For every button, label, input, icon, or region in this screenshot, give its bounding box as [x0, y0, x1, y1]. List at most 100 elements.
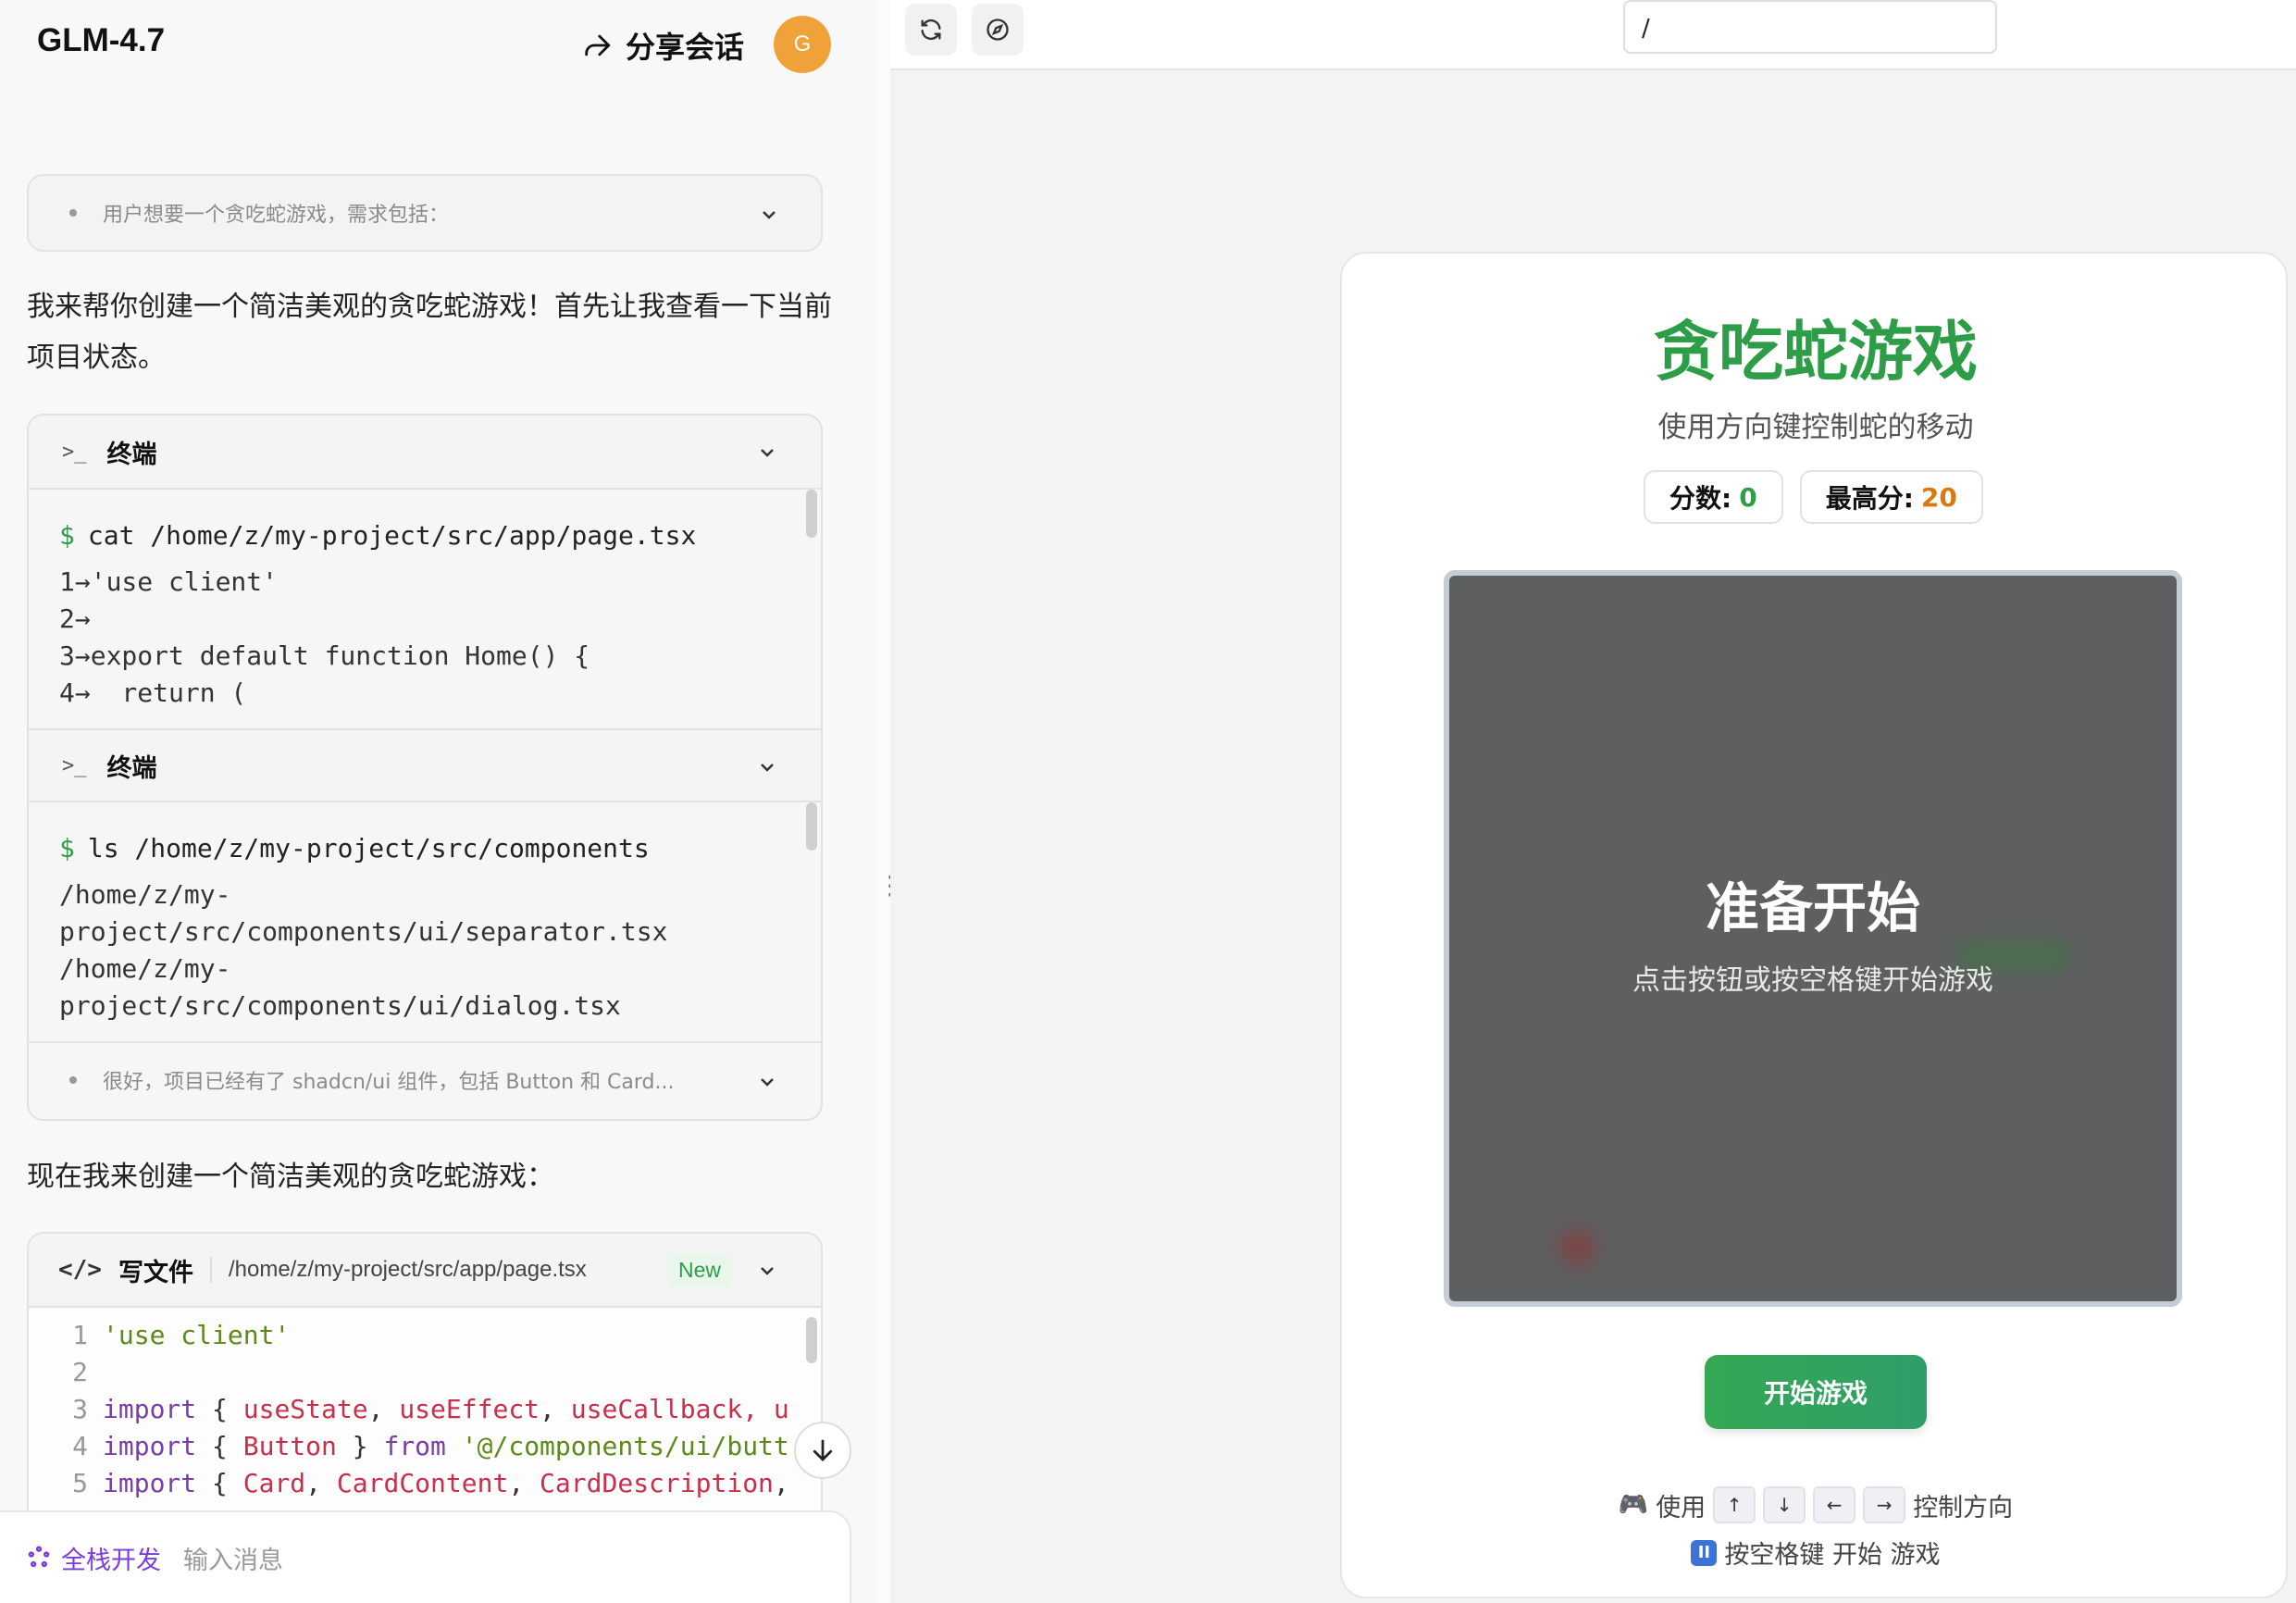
pause-icon: II [1691, 1539, 1718, 1566]
prompt-symbol: $ [59, 520, 75, 551]
url-input[interactable]: / [1623, 0, 1997, 54]
score-row: 分数: 0 最高分: 20 [1644, 470, 1983, 524]
game-card: 贪吃蛇游戏 使用方向键控制蛇的移动 分数: 0 最高分: 20 准备开始 点击按… [1340, 252, 2288, 1598]
share-label: 分享会话 [626, 30, 745, 65]
score-label: 分数: [1669, 483, 1732, 514]
chevron-down-icon [761, 764, 774, 772]
code-token: , [773, 1468, 789, 1498]
terminal-command: ls /home/z/my-project/src/components [87, 833, 650, 864]
line-number: 3 [72, 1394, 88, 1424]
game-board[interactable]: 准备开始 点击按钮或按空格键开始游戏 [1444, 570, 2182, 1307]
preview-toolbar: / [890, 0, 2296, 70]
terminal-output: $ ls /home/z/my-project/src/components /h… [29, 802, 821, 1041]
code-token: 'use client' [103, 1320, 291, 1350]
assistant-message: 现在我来创建一个简洁美观的贪吃蛇游戏： [27, 1161, 554, 1193]
code-token: Button [242, 1431, 337, 1461]
best-value: 20 [1920, 481, 1957, 513]
share-button[interactable]: 分享会话 [581, 24, 744, 67]
chat-header: GLM-4.7 分享会话 G [0, 0, 877, 88]
start-game-button[interactable]: 开始游戏 [1705, 1355, 1927, 1429]
code-token: , [508, 1468, 540, 1498]
code-token: { [196, 1468, 243, 1498]
mode-selector[interactable]: 全栈开发 [26, 1540, 161, 1576]
message-input[interactable]: 输入消息 [183, 1540, 283, 1576]
code-token: , u [742, 1394, 789, 1424]
thinking-text: 很好，项目已经有了 shadcn/ui 组件，包括 Button 和 Card.… [103, 1071, 675, 1094]
score-value: 0 [1739, 481, 1757, 513]
code-token: { [196, 1394, 243, 1424]
code-token: useEffect [399, 1394, 540, 1424]
message-input-bar[interactable]: 全栈开发 输入消息 [0, 1510, 851, 1603]
model-name: GLM-4.7 [37, 22, 166, 58]
scrollbar[interactable] [806, 1317, 817, 1363]
help-controls: 🎮 使用 ↑ ↓ ← → 控制方向 [1342, 1486, 2290, 1523]
terminal-output-line: 3→export default function Home() { [59, 640, 590, 671]
key-up: ↑ [1713, 1486, 1756, 1523]
code-token: CardContent [336, 1468, 509, 1498]
tool-group-card: >_ 终端 $ cat /home/z/my-project/src/app/pa… [27, 414, 823, 1121]
gamepad-icon: 🎮 [1618, 1491, 1649, 1519]
code-token: import [103, 1431, 197, 1461]
terminal-command: cat /home/z/my-project/src/app/page.tsx [87, 520, 697, 551]
best-score-badge: 最高分: 20 [1799, 470, 1983, 524]
scroll-down-button[interactable] [794, 1422, 851, 1479]
navigate-button[interactable] [972, 4, 1024, 56]
assistant-message: 我来帮你创建一个简洁美观的贪吃蛇游戏！首先让我查看一下当前项目状态。 [27, 291, 832, 374]
code-line: 2 [29, 1354, 821, 1391]
code-token: , [540, 1394, 571, 1424]
thinking-text: 用户想要一个贪吃蛇游戏，需求包括： [103, 204, 450, 227]
score-badge: 分数: 0 [1644, 470, 1783, 524]
arrow-down-icon [813, 1439, 833, 1461]
avatar[interactable]: G [774, 16, 831, 73]
best-label: 最高分: [1825, 483, 1914, 514]
code-line: 3 import { useState, useEffect, useCallba… [29, 1391, 821, 1428]
code-token: CardDescription [540, 1468, 774, 1498]
scrollbar[interactable] [806, 490, 817, 538]
chevron-down-icon [761, 1078, 774, 1087]
thinking-block[interactable]: 用户想要一个贪吃蛇游戏，需求包括： [27, 174, 823, 252]
terminal-header[interactable]: >_ 终端 [29, 416, 821, 490]
terminal-output-line: project/src/components/ui/dialog.tsx [59, 990, 621, 1021]
terminal-output: $ cat /home/z/my-project/src/app/page.tsx… [29, 490, 821, 728]
code-token: } [336, 1431, 384, 1461]
code-token: '@/components/ui/butt [445, 1431, 789, 1461]
preview-panel: / 贪吃蛇游戏 使用方向键控制蛇的移动 分数: 0 最高分: 20 准备开始 点… [890, 0, 2296, 1603]
bullet-dot [69, 209, 77, 217]
refresh-button[interactable] [905, 4, 957, 56]
code-token: from [383, 1431, 446, 1461]
terminal-output-line: 4→ return ( [59, 677, 247, 708]
refresh-icon [921, 19, 941, 41]
code-line: 5 import { Card, CardContent, CardDescrip… [29, 1465, 821, 1502]
help-control: 控制方向 [1913, 1493, 2014, 1522]
terminal-header[interactable]: >_ 终端 [29, 728, 821, 802]
file-path: /home/z/my-project/src/app/page.tsx [228, 1257, 587, 1282]
terminal-title: 终端 [106, 753, 157, 783]
code-token: import [103, 1468, 197, 1498]
scrollbar[interactable] [806, 802, 817, 851]
prompt-symbol: $ [59, 833, 75, 864]
code-token: useCallback [570, 1394, 743, 1424]
app-root: GLM-4.7 分享会话 G 用户想要一个贪吃蛇游戏，需求包括： 我来帮你创建一… [0, 0, 2296, 1603]
terminal-output-line: /home/z/my- [59, 879, 231, 910]
key-down: ↓ [1763, 1486, 1806, 1523]
help-space: II 按空格键 开始 游戏 [1342, 1535, 2290, 1571]
chat-panel: GLM-4.7 分享会话 G 用户想要一个贪吃蛇游戏，需求包括： 我来帮你创建一… [0, 0, 877, 1603]
divider [209, 1257, 212, 1283]
line-number: 1 [72, 1320, 88, 1350]
thinking-block[interactable]: 很好，项目已经有了 shadcn/ui 组件，包括 Button 和 Card.… [29, 1041, 821, 1117]
code-token: { [196, 1431, 243, 1461]
help-space-text: 按空格键 开始 游戏 [1724, 1541, 1941, 1570]
key-right: → [1863, 1486, 1906, 1523]
mode-label: 全栈开发 [61, 1546, 161, 1575]
overlay-subtitle: 点击按钮或按空格键开始游戏 [1632, 964, 1993, 997]
write-file-header[interactable]: </> 写文件 /home/z/my-project/src/app/page.… [29, 1234, 821, 1308]
write-file-title: 写文件 [118, 1258, 193, 1287]
chevron-down-icon [761, 1267, 774, 1275]
terminal-icon: >_ [62, 753, 87, 777]
code-token: , [367, 1394, 400, 1424]
terminal-output-line: 2→ [59, 603, 91, 634]
share-icon [585, 34, 611, 56]
code-line: 1 'use client' [29, 1317, 821, 1354]
spinner-icon [28, 1546, 50, 1568]
code-icon: </> [58, 1256, 102, 1284]
